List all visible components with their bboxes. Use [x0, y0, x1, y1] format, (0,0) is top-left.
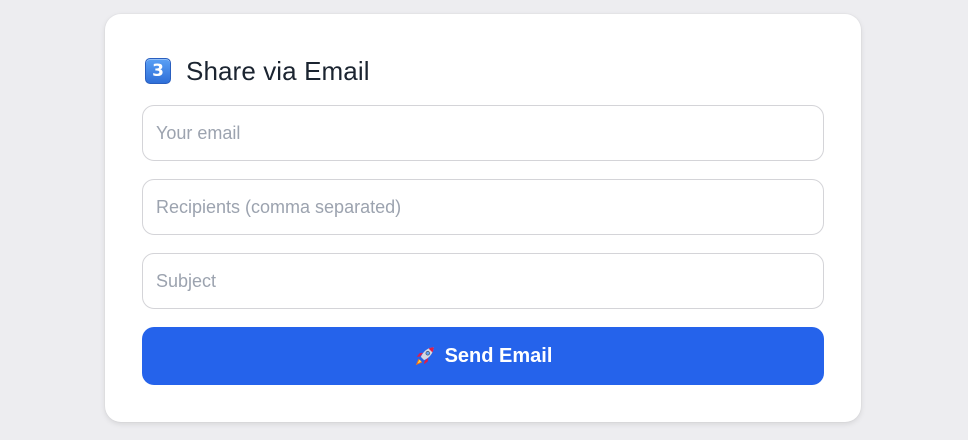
send-email-label: Send Email [444, 344, 553, 367]
section-heading: 3 Share via Email [145, 54, 370, 88]
subject-input[interactable] [142, 253, 824, 309]
recipients-input[interactable] [142, 179, 824, 235]
send-email-button[interactable]: Send Email [142, 327, 824, 385]
share-email-card: 3 Share via Email Send Email [105, 14, 861, 422]
rocket-icon [414, 345, 436, 367]
your-email-input[interactable] [142, 105, 824, 161]
keycap-3-icon: 3 [145, 58, 171, 84]
section-title: Share via Email [186, 55, 370, 86]
